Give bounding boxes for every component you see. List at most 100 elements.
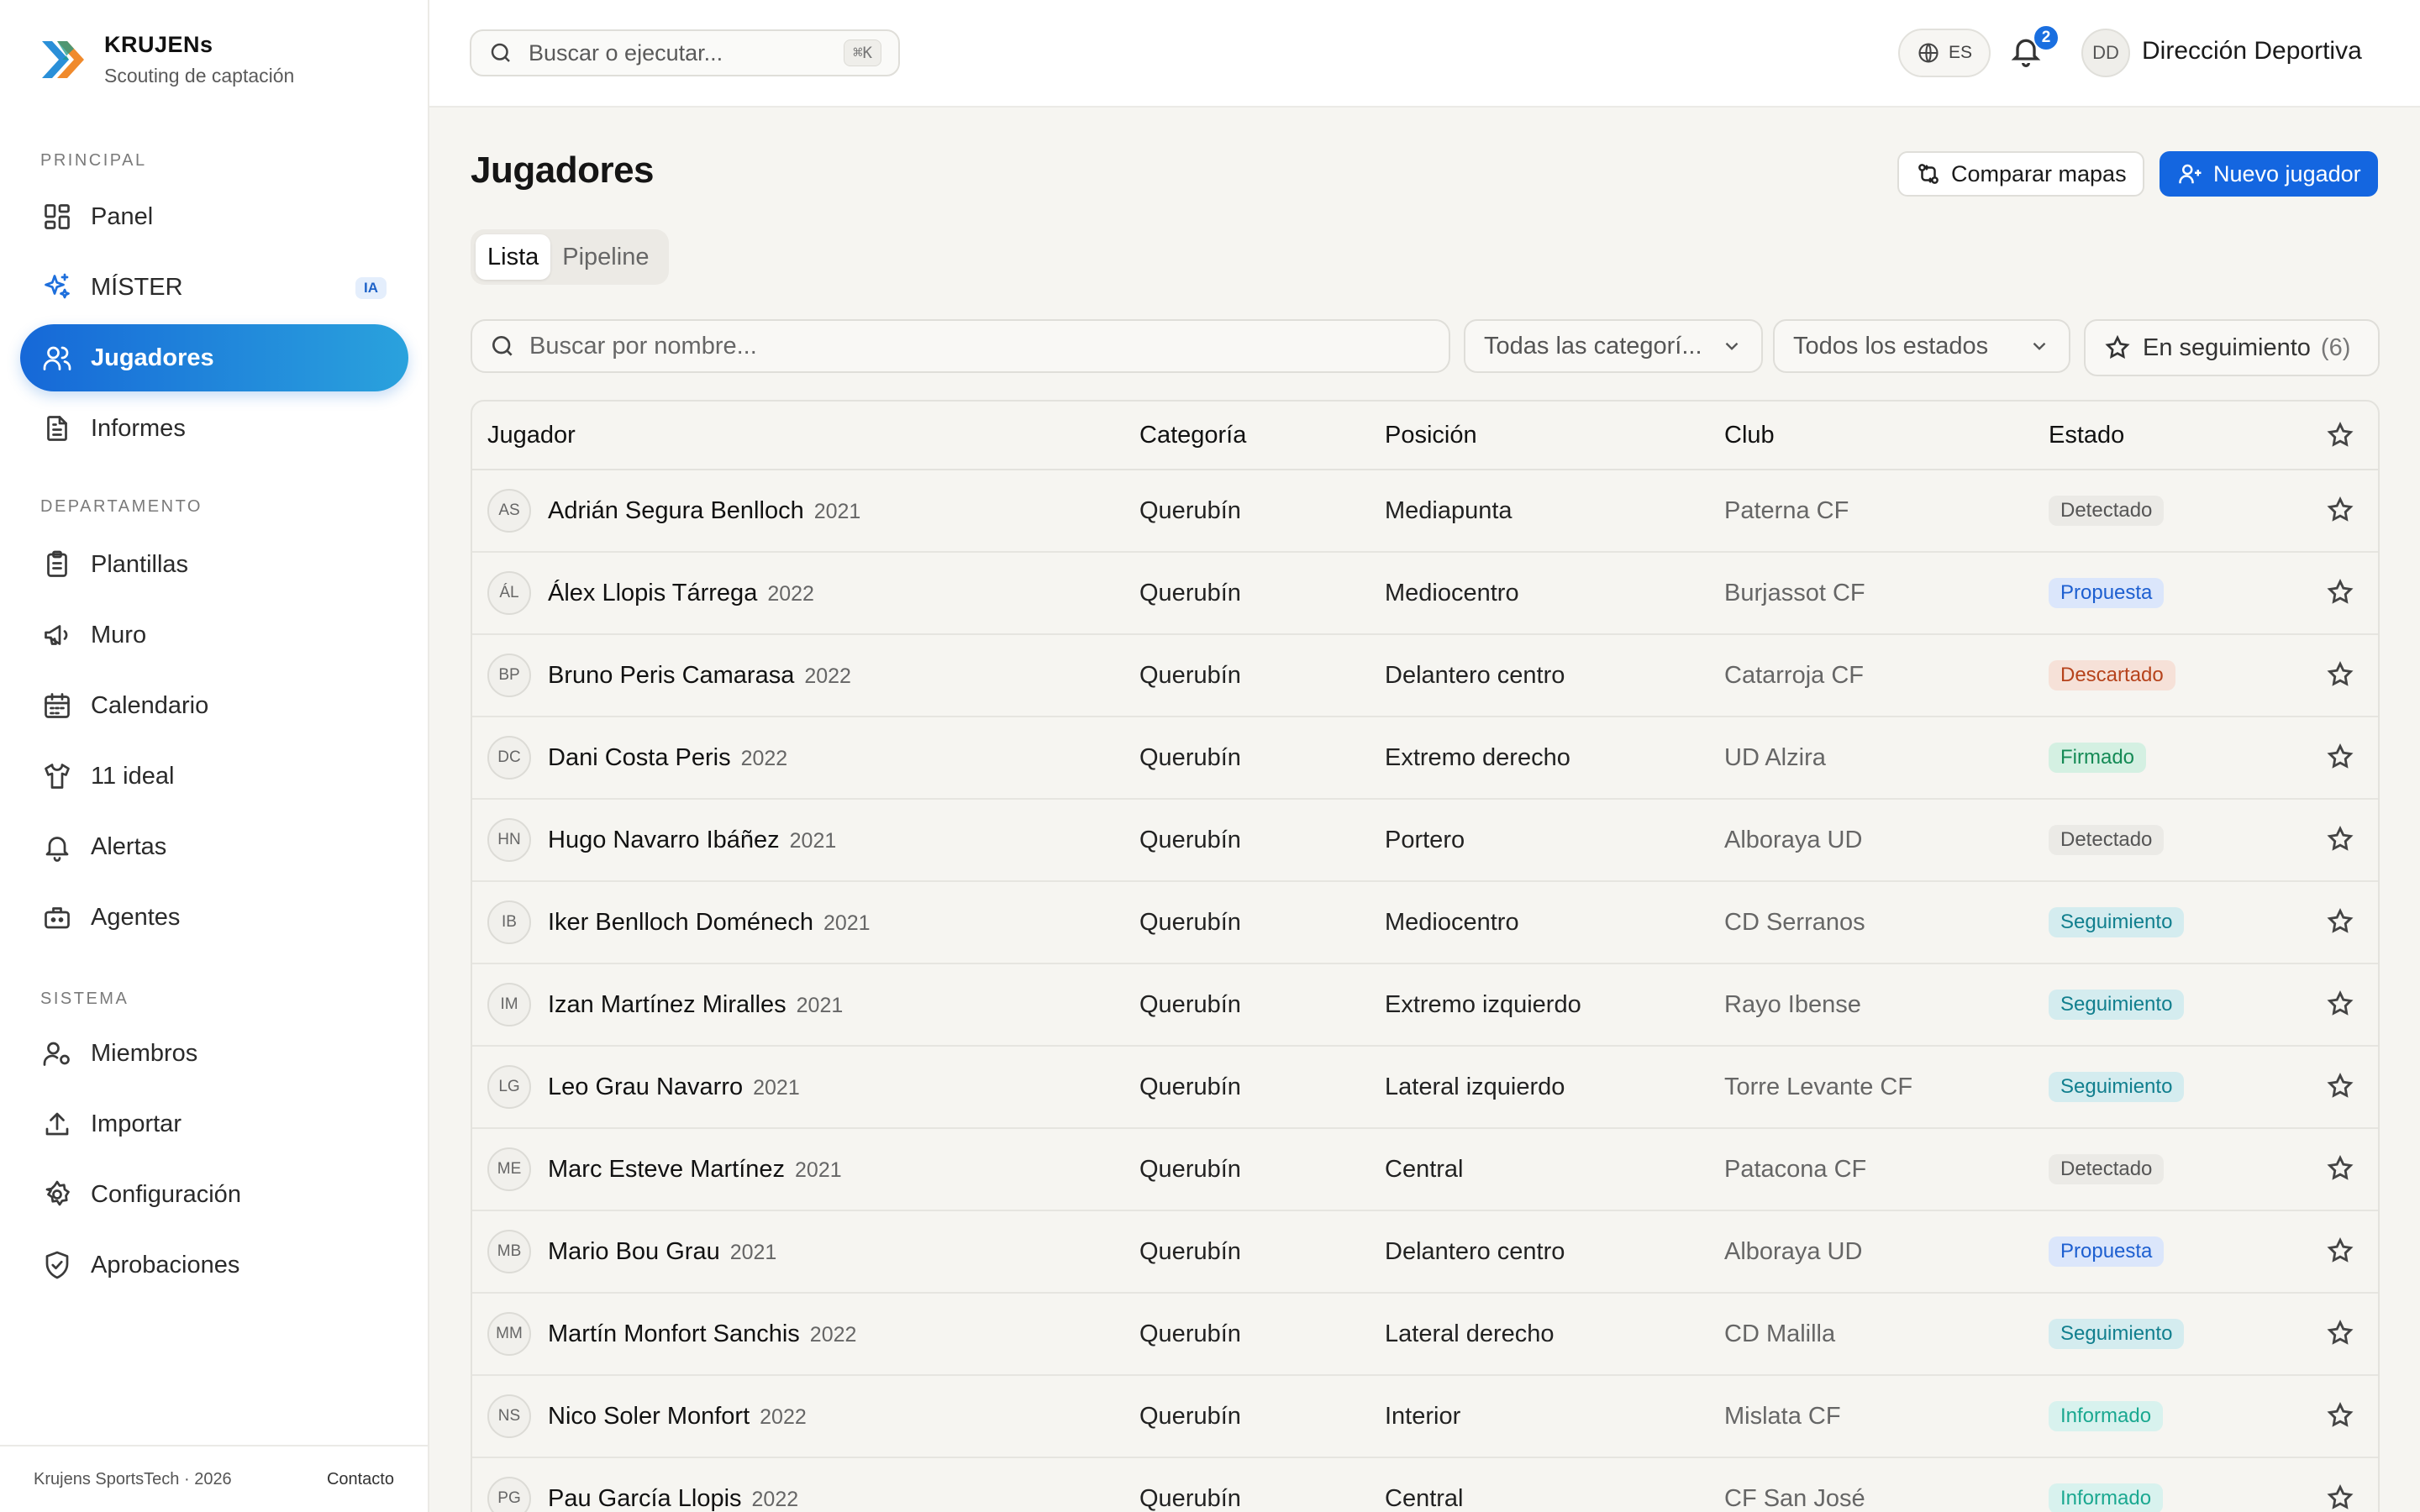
player-name[interactable]: Martín Monfort Sanchis [548, 1320, 800, 1347]
column-header-status[interactable]: Estado [2049, 422, 2124, 449]
player-name[interactable]: Hugo Navarro Ibáñez [548, 827, 780, 853]
contact-link[interactable]: Contacto [327, 1470, 394, 1489]
player-position: Mediocentro [1385, 579, 1519, 606]
player-name[interactable]: Izan Martínez Miralles [548, 991, 786, 1018]
player-name[interactable]: Dani Costa Peris [548, 744, 731, 771]
table-row[interactable]: HN Hugo Navarro Ibáñez 2021 Querubín Portero… [472, 800, 2378, 882]
player-position: Mediapunta [1385, 496, 1512, 524]
table-row[interactable]: BP Bruno Peris Camarasa 2022 Querubín Delant… [472, 635, 2378, 717]
player-category: Querubín [1139, 1320, 1241, 1347]
star-icon[interactable] [2326, 743, 2356, 773]
sidebar-item-label: Importar [91, 1110, 182, 1137]
column-header-position[interactable]: Posición [1385, 422, 1477, 449]
search-icon [491, 43, 510, 62]
status-filter-value: Todos los estados [1793, 332, 1989, 360]
star-icon[interactable] [2326, 990, 2356, 1020]
player-club: CD Serranos [1724, 908, 1865, 936]
star-icon[interactable] [2326, 907, 2356, 937]
table-row[interactable]: LG Leo Grau Navarro 2021 Querubín Lateral iz… [472, 1047, 2378, 1129]
player-name[interactable]: Adrián Segura Benlloch [548, 497, 804, 524]
status-badge: Seguimiento [2049, 1072, 2185, 1102]
column-header-player[interactable]: Jugador [487, 422, 576, 449]
player-name[interactable]: Pau García Llopis [548, 1485, 742, 1512]
user-cog-icon [40, 1037, 74, 1070]
status-badge: Detectado [2049, 1154, 2165, 1184]
table-row[interactable]: DC Dani Costa Peris 2022 Querubín Extremo de… [472, 717, 2378, 800]
sidebar-item-mister[interactable]: MÍSTER IA [20, 254, 408, 321]
column-header-category[interactable]: Categoría [1139, 422, 1246, 449]
user-plus-icon [2179, 164, 2202, 184]
table-row[interactable]: MB Mario Bou Grau 2021 Querubín Delantero ce… [472, 1211, 2378, 1294]
table-row[interactable]: AS Adrián Segura Benlloch 2021 Querubín Medi… [472, 470, 2378, 553]
player-category: Querubín [1139, 743, 1241, 771]
sidebar-item-importar[interactable]: Importar [20, 1090, 408, 1158]
player-search-input[interactable] [529, 332, 1370, 360]
player-club: UD Alzira [1724, 743, 1826, 771]
sidebar-item-11-ideal[interactable]: 11 ideal [20, 743, 408, 810]
star-icon[interactable] [2326, 1483, 2356, 1512]
table-row[interactable]: PG Pau García Llopis 2022 Querubín Central CF… [472, 1458, 2378, 1512]
sidebar-item-calendario[interactable]: Calendario [20, 672, 408, 739]
krujens-logo-icon [42, 41, 84, 78]
sidebar-item-plantillas[interactable]: Plantillas [20, 531, 408, 598]
table-row[interactable]: ÁL Álex Llopis Tárrega 2022 Querubín Medioce… [472, 553, 2378, 635]
player-club: Patacona CF [1724, 1155, 1867, 1183]
new-player-button[interactable]: Nuevo jugador [2160, 151, 2378, 197]
column-header-club[interactable]: Club [1724, 422, 1775, 449]
table-row[interactable]: IB Iker Benlloch Doménech 2021 Querubín Medi… [472, 882, 2378, 964]
topbar: Buscar o ejecutar... ⌘K ES 2 DD Direcció… [429, 0, 2420, 108]
player-name[interactable]: Nico Soler Monfort [548, 1403, 750, 1430]
player-avatar: IB [487, 900, 531, 944]
star-icon[interactable] [2326, 1236, 2356, 1267]
command-search-placeholder: Buscar o ejecutar... [529, 39, 723, 66]
player-name[interactable]: Mario Bou Grau [548, 1238, 720, 1265]
star-icon[interactable] [2326, 496, 2356, 526]
player-name[interactable]: Álex Llopis Tárrega [548, 580, 757, 606]
star-icon[interactable] [2326, 1072, 2356, 1102]
category-filter-select[interactable]: Todas las categorí... [1464, 319, 1763, 373]
star-icon[interactable] [2326, 1319, 2356, 1349]
brand[interactable]: KRUJENs Scouting de captación [40, 32, 294, 87]
player-name[interactable]: Iker Benlloch Doménech [548, 909, 813, 936]
user-name[interactable]: Dirección Deportiva [2142, 37, 2362, 66]
sidebar-item-aprobaciones[interactable]: Aprobaciones [20, 1231, 408, 1299]
star-icon[interactable] [2326, 1401, 2356, 1431]
compare-maps-label: Comparar mapas [1951, 160, 2127, 186]
command-search[interactable]: Buscar o ejecutar... ⌘K [470, 29, 900, 76]
star-icon[interactable] [2326, 660, 2356, 690]
player-name[interactable]: Marc Esteve Martínez [548, 1156, 785, 1183]
table-row[interactable]: MM Martín Monfort Sanchis 2022 Querubín Late… [472, 1294, 2378, 1376]
sidebar-item-panel[interactable]: Panel [20, 183, 408, 250]
star-icon[interactable] [2326, 421, 2356, 451]
sidebar-item-informes[interactable]: Informes [20, 395, 408, 462]
player-name[interactable]: Bruno Peris Camarasa [548, 662, 794, 689]
sidebar-item-configuracion[interactable]: Configuración [20, 1161, 408, 1228]
star-icon[interactable] [2326, 825, 2356, 855]
player-avatar: AS [487, 489, 531, 533]
status-badge: Propuesta [2049, 578, 2165, 608]
sidebar-item-jugadores[interactable]: Jugadores [20, 324, 408, 391]
player-name[interactable]: Leo Grau Navarro [548, 1074, 743, 1100]
star-icon[interactable] [2326, 1154, 2356, 1184]
tab-lista[interactable]: Lista [476, 234, 551, 280]
status-badge: Seguimiento [2049, 907, 2185, 937]
sidebar-item-agentes[interactable]: Agentes [20, 884, 408, 951]
sidebar-item-muro[interactable]: Muro [20, 601, 408, 669]
player-club: CD Malilla [1724, 1320, 1836, 1347]
compare-maps-button[interactable]: Comparar mapas [1897, 151, 2144, 197]
player-search[interactable] [471, 319, 1450, 373]
table-row[interactable]: ME Marc Esteve Martínez 2021 Querubín Centra… [472, 1129, 2378, 1211]
status-filter-select[interactable]: Todos los estados [1773, 319, 2070, 373]
user-avatar[interactable]: DD [2081, 29, 2130, 77]
table-row[interactable]: IM Izan Martínez Miralles 2021 Querubín Extr… [472, 964, 2378, 1047]
star-icon[interactable] [2326, 578, 2356, 608]
sidebar-item-miembros[interactable]: Miembros [20, 1020, 408, 1087]
tab-pipeline[interactable]: Pipeline [550, 234, 660, 280]
briefcase-icon [40, 900, 74, 934]
sidebar-item-alertas[interactable]: Alertas [20, 813, 408, 880]
player-birth-year: 2022 [804, 664, 851, 688]
table-row[interactable]: NS Nico Soler Monfort 2022 Querubín Interior… [472, 1376, 2378, 1458]
player-club: Alboraya UD [1724, 1237, 1863, 1265]
following-filter-button[interactable]: En seguimiento (6) [2084, 319, 2380, 376]
language-selector[interactable]: ES [1898, 29, 1991, 77]
